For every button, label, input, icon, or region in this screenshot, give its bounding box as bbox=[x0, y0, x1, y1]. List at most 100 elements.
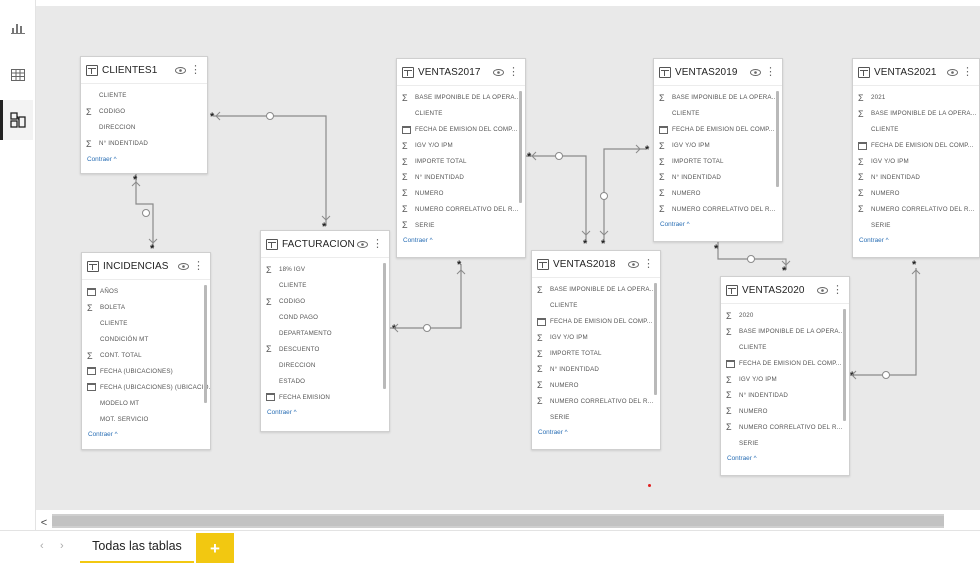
field-row[interactable]: Σ NUMERO CORRELATIVO DEL R... bbox=[532, 393, 660, 409]
field-row[interactable]: CLIENTE bbox=[853, 122, 979, 138]
field-row[interactable]: Σ NUMERO bbox=[721, 403, 849, 419]
field-row[interactable]: DEPARTAMENTO bbox=[261, 326, 389, 342]
field-row[interactable]: Σ CODIGO bbox=[261, 294, 389, 310]
table-card-ventas2020[interactable]: VENTAS2020 ⋮ Σ 2020 Σ BASE IMPONIBLE DE LA … bbox=[720, 276, 850, 476]
field-row[interactable]: FECHA DE EMISION DEL COMP... bbox=[532, 314, 660, 330]
field-row[interactable]: Σ NUMERO CORRELATIVO DEL R... bbox=[397, 201, 525, 217]
more-options-icon[interactable]: ⋮ bbox=[832, 284, 843, 296]
collapse-link[interactable]: Contraer ^ bbox=[654, 217, 782, 228]
model-canvas[interactable]: * * * * * * * * * * * * * * CLIENTES1 ⋮ … bbox=[36, 6, 980, 510]
field-row[interactable]: Σ CODIGO bbox=[81, 104, 207, 120]
table-card-ventas2017[interactable]: VENTAS2017 ⋮ Σ BASE IMPONIBLE DE LA OPERA… bbox=[396, 58, 526, 258]
field-row[interactable]: ESTADO bbox=[261, 373, 389, 389]
table-card-ventas2019[interactable]: VENTAS2019 ⋮ Σ BASE IMPONIBLE DE LA OPERA… bbox=[653, 58, 783, 242]
table-header[interactable]: VENTAS2019 ⋮ bbox=[654, 59, 782, 86]
field-row[interactable]: FECHA DE EMISION DEL COMP... bbox=[654, 122, 782, 138]
field-row[interactable]: Σ DESCUENTO bbox=[261, 341, 389, 357]
visibility-eye-icon[interactable] bbox=[749, 68, 761, 77]
field-row[interactable]: MODELO MT bbox=[82, 395, 210, 411]
visibility-eye-icon[interactable] bbox=[174, 66, 186, 75]
field-row[interactable]: Σ NUMERO CORRELATIVO DEL R... bbox=[721, 419, 849, 435]
field-row[interactable]: CLIENTE bbox=[261, 278, 389, 294]
field-row[interactable]: DIRECCION bbox=[261, 357, 389, 373]
field-row[interactable]: Σ N° INDENTIDAD bbox=[81, 136, 207, 152]
field-row[interactable]: Σ 2021 bbox=[853, 90, 979, 106]
field-row[interactable]: FECHA DE EMISION DEL COMP... bbox=[721, 356, 849, 372]
horizontal-scrollbar-thumb[interactable] bbox=[52, 516, 944, 526]
field-row[interactable]: FECHA (ubicaciones) bbox=[82, 363, 210, 379]
scrollbar[interactable] bbox=[654, 283, 657, 395]
data-view-button[interactable] bbox=[3, 58, 33, 92]
collapse-link[interactable]: Contraer ^ bbox=[82, 427, 210, 438]
field-row[interactable]: Σ BASE IMPONIBLE DE LA OPERA... bbox=[654, 90, 782, 106]
field-row[interactable]: CLIENTE bbox=[81, 88, 207, 104]
field-row[interactable]: Σ IGV Y/O IPM bbox=[532, 330, 660, 346]
field-row[interactable]: FECHA EMISION bbox=[261, 389, 389, 405]
prev-tab-arrow-icon[interactable]: ‹ bbox=[40, 540, 44, 552]
table-card-ventas2021[interactable]: VENTAS2021 ⋮ Σ 2021 Σ BASE IMPONIBLE DE LA … bbox=[852, 58, 980, 258]
more-options-icon[interactable]: ⋮ bbox=[508, 66, 519, 78]
collapse-link[interactable]: Contraer ^ bbox=[853, 233, 979, 244]
field-row[interactable]: Σ N° INDENTIDAD bbox=[397, 169, 525, 185]
visibility-eye-icon[interactable] bbox=[946, 68, 958, 77]
scrollbar[interactable] bbox=[776, 91, 779, 187]
field-row[interactable]: Σ N° INDENTIDAD bbox=[853, 169, 979, 185]
field-row[interactable]: Σ NUMERO CORRELATIVO DEL R... bbox=[654, 201, 782, 217]
field-row[interactable]: Σ IGV Y/O IPM bbox=[853, 154, 979, 170]
tab-todas-las-tablas[interactable]: Todas las tablas bbox=[80, 531, 194, 563]
field-row[interactable]: Σ BASE IMPONIBLE DE LA OPERA... bbox=[853, 106, 979, 122]
table-header[interactable]: VENTAS2018 ⋮ bbox=[532, 251, 660, 278]
field-row[interactable]: SERIE bbox=[853, 217, 979, 233]
collapse-link[interactable]: Contraer ^ bbox=[81, 152, 207, 163]
table-header[interactable]: VENTAS2021 ⋮ bbox=[853, 59, 979, 86]
next-tab-arrow-icon[interactable]: › bbox=[60, 540, 64, 552]
field-row[interactable]: Σ N° INDENTIDAD bbox=[721, 387, 849, 403]
field-row[interactable]: CONDICIÓN MT bbox=[82, 332, 210, 348]
more-options-icon[interactable]: ⋮ bbox=[962, 66, 973, 78]
visibility-eye-icon[interactable] bbox=[492, 68, 504, 77]
field-row[interactable]: MOT. SERVICIO bbox=[82, 411, 210, 427]
collapse-link[interactable]: Contraer ^ bbox=[397, 233, 525, 244]
scroll-left-button[interactable]: < bbox=[38, 516, 50, 530]
field-row[interactable]: CLIENTE bbox=[397, 106, 525, 122]
scrollbar[interactable] bbox=[383, 263, 386, 389]
field-row[interactable]: Σ BOLETA bbox=[82, 300, 210, 316]
field-row[interactable]: CLIENTE bbox=[82, 316, 210, 332]
field-row[interactable]: Σ N° INDENTIDAD bbox=[654, 169, 782, 185]
table-header[interactable]: FACTURACION ⋮ bbox=[261, 231, 389, 258]
field-row[interactable]: Σ IMPORTE TOTAL bbox=[532, 346, 660, 362]
field-row[interactable]: Σ SERIE bbox=[397, 217, 525, 233]
field-row[interactable]: Σ NUMERO bbox=[654, 185, 782, 201]
field-row[interactable]: Σ NUMERO bbox=[397, 185, 525, 201]
more-options-icon[interactable]: ⋮ bbox=[193, 260, 204, 272]
field-row[interactable]: Σ 2020 bbox=[721, 308, 849, 324]
collapse-link[interactable]: Contraer ^ bbox=[721, 451, 849, 462]
field-row[interactable]: COND PAGO bbox=[261, 310, 389, 326]
scrollbar[interactable] bbox=[843, 309, 846, 421]
field-row[interactable]: Σ IGV Y/O IPM bbox=[654, 138, 782, 154]
table-card-incidencias[interactable]: INCIDENCIAS ⋮ AÑOS Σ BOLETA CLIENTE CONDICIÓ… bbox=[81, 252, 211, 450]
field-row[interactable]: FECHA (ubicaciones) (ubicacio... bbox=[82, 379, 210, 395]
more-options-icon[interactable]: ⋮ bbox=[765, 66, 776, 78]
field-row[interactable]: Σ NUMERO CORRELATIVO DEL R... bbox=[853, 201, 979, 217]
field-row[interactable]: DIRECCION bbox=[81, 120, 207, 136]
field-row[interactable]: Σ IMPORTE TOTAL bbox=[654, 154, 782, 170]
field-row[interactable]: Σ IMPORTE TOTAL bbox=[397, 154, 525, 170]
field-row[interactable]: Σ NUMERO bbox=[853, 185, 979, 201]
more-options-icon[interactable]: ⋮ bbox=[190, 64, 201, 76]
field-row[interactable]: SERIE bbox=[721, 435, 849, 451]
scrollbar[interactable] bbox=[519, 91, 522, 203]
field-row[interactable]: Σ IGV Y/O IPM bbox=[721, 372, 849, 388]
field-row[interactable]: Σ BASE IMPONIBLE DE LA OPERA... bbox=[397, 90, 525, 106]
collapse-link[interactable]: Contraer ^ bbox=[532, 425, 660, 436]
add-layout-button[interactable]: + bbox=[196, 533, 234, 563]
field-row[interactable]: AÑOS bbox=[82, 284, 210, 300]
field-row[interactable]: Σ 18% IGV bbox=[261, 262, 389, 278]
more-options-icon[interactable]: ⋮ bbox=[372, 238, 383, 250]
field-row[interactable]: Σ IGV Y/O IPM bbox=[397, 138, 525, 154]
table-card-clientes1[interactable]: CLIENTES1 ⋮ CLIENTE Σ CODIGO DIRECCION Σ N° I… bbox=[80, 56, 208, 174]
visibility-eye-icon[interactable] bbox=[356, 240, 368, 249]
visibility-eye-icon[interactable] bbox=[177, 262, 189, 271]
table-header[interactable]: VENTAS2017 ⋮ bbox=[397, 59, 525, 86]
field-row[interactable]: Σ BASE IMPONIBLE DE LA OPERA... bbox=[721, 324, 849, 340]
